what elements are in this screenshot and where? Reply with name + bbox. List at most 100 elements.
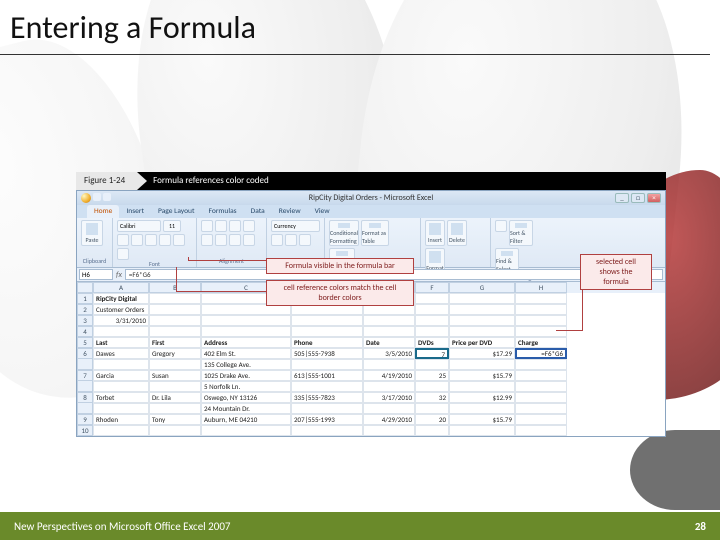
cell[interactable]: $15.79	[449, 370, 515, 381]
row-header[interactable]: 9	[77, 414, 93, 425]
column-header[interactable]: F	[415, 282, 449, 293]
align-top-button[interactable]	[201, 220, 213, 232]
align-right-button[interactable]	[229, 234, 241, 246]
row-header[interactable]	[77, 403, 93, 414]
cell[interactable]: =F6*G6	[515, 348, 567, 359]
select-all-corner[interactable]	[77, 282, 93, 293]
cell[interactable]	[449, 293, 515, 304]
cell[interactable]: 402 Elm St.	[201, 348, 291, 359]
cell[interactable]: Address	[201, 337, 291, 348]
insert-button[interactable]: Insert	[425, 220, 445, 246]
cell[interactable]: Tony	[149, 414, 201, 425]
cell[interactable]	[363, 381, 415, 392]
cell[interactable]	[415, 403, 449, 414]
font-color-button[interactable]	[117, 248, 129, 260]
paste-button[interactable]: Paste	[81, 220, 103, 246]
cell[interactable]	[291, 381, 363, 392]
cell[interactable]: 25	[415, 370, 449, 381]
sort-filter-button[interactable]: Sort & Filter	[509, 220, 533, 246]
cell[interactable]	[149, 293, 201, 304]
cell[interactable]: Price per DVD	[449, 337, 515, 348]
font-size-select[interactable]: 11	[163, 220, 181, 232]
cell[interactable]	[515, 326, 567, 337]
name-box[interactable]: H6	[79, 269, 113, 280]
italic-button[interactable]	[131, 234, 143, 246]
cell[interactable]	[415, 381, 449, 392]
cell[interactable]: Gregory	[149, 348, 201, 359]
cell[interactable]: 7	[415, 348, 449, 359]
cell[interactable]	[515, 304, 567, 315]
column-header[interactable]: G	[449, 282, 515, 293]
cell[interactable]: Customer Orders	[93, 304, 149, 315]
row-header[interactable]: 10	[77, 425, 93, 436]
cell[interactable]: Auburn, ME 04210	[201, 414, 291, 425]
currency-button[interactable]	[271, 234, 283, 246]
maximize-button[interactable]: □	[631, 193, 645, 203]
cell[interactable]: Oswego, NY 13126	[201, 392, 291, 403]
cell[interactable]	[515, 425, 567, 436]
align-center-button[interactable]	[215, 234, 227, 246]
format-as-table-button[interactable]: Format as Table	[361, 220, 389, 246]
cell[interactable]	[201, 425, 291, 436]
office-button-icon[interactable]	[81, 193, 91, 203]
cell[interactable]	[149, 381, 201, 392]
cell[interactable]	[149, 403, 201, 414]
fx-icon[interactable]: fx	[113, 270, 125, 280]
cell[interactable]: 20	[415, 414, 449, 425]
cell[interactable]: Rhoden	[93, 414, 149, 425]
cell[interactable]: 135 College Ave.	[201, 359, 291, 370]
cell[interactable]: 335|555-7823	[291, 392, 363, 403]
row-header[interactable]	[77, 381, 93, 392]
cell[interactable]	[363, 425, 415, 436]
cell[interactable]	[291, 359, 363, 370]
cell[interactable]: Torbet	[93, 392, 149, 403]
close-button[interactable]: ×	[647, 193, 661, 203]
row-header[interactable]: 1	[77, 293, 93, 304]
cell[interactable]: Charge	[515, 337, 567, 348]
cell[interactable]	[515, 293, 567, 304]
cell[interactable]	[449, 359, 515, 370]
cell[interactable]: 32	[415, 392, 449, 403]
cell[interactable]	[415, 304, 449, 315]
cell[interactable]	[291, 315, 363, 326]
cell[interactable]	[291, 403, 363, 414]
cell[interactable]	[515, 315, 567, 326]
cell[interactable]	[449, 381, 515, 392]
cell[interactable]: DVDs	[415, 337, 449, 348]
cell[interactable]: Dr. Lila	[149, 392, 201, 403]
cell[interactable]	[515, 359, 567, 370]
border-button[interactable]	[159, 234, 171, 246]
cell[interactable]	[449, 326, 515, 337]
cell[interactable]: 5 Norfolk Ln.	[201, 381, 291, 392]
row-header[interactable]: 6	[77, 348, 93, 359]
row-header[interactable]: 4	[77, 326, 93, 337]
fill-color-button[interactable]	[173, 234, 185, 246]
minimize-button[interactable]: _	[615, 193, 629, 203]
qat-save-icon[interactable]	[93, 193, 101, 201]
cell[interactable]: 3/31/2010	[93, 315, 149, 326]
percent-button[interactable]	[285, 234, 297, 246]
cell[interactable]	[449, 425, 515, 436]
cell[interactable]: First	[149, 337, 201, 348]
cell[interactable]	[415, 293, 449, 304]
cell[interactable]	[449, 304, 515, 315]
cell[interactable]	[201, 326, 291, 337]
ribbon-tab-review[interactable]: Review	[272, 205, 308, 218]
cell[interactable]: 3/5/2010	[363, 348, 415, 359]
row-header[interactable]: 5	[77, 337, 93, 348]
align-left-button[interactable]	[201, 234, 213, 246]
cell[interactable]: Date	[363, 337, 415, 348]
qat-undo-icon[interactable]	[103, 193, 111, 201]
cell[interactable]: Susan	[149, 370, 201, 381]
cell[interactable]	[149, 359, 201, 370]
cell[interactable]: 3/17/2010	[363, 392, 415, 403]
cell[interactable]: Last	[93, 337, 149, 348]
cell[interactable]: Phone	[291, 337, 363, 348]
cell[interactable]: 24 Mountain Dr.	[201, 403, 291, 414]
cell[interactable]	[291, 326, 363, 337]
cell[interactable]	[93, 403, 149, 414]
cell[interactable]	[515, 403, 567, 414]
cell[interactable]: $17.29	[449, 348, 515, 359]
cell[interactable]: Dawes	[93, 348, 149, 359]
cell[interactable]: $15.79	[449, 414, 515, 425]
